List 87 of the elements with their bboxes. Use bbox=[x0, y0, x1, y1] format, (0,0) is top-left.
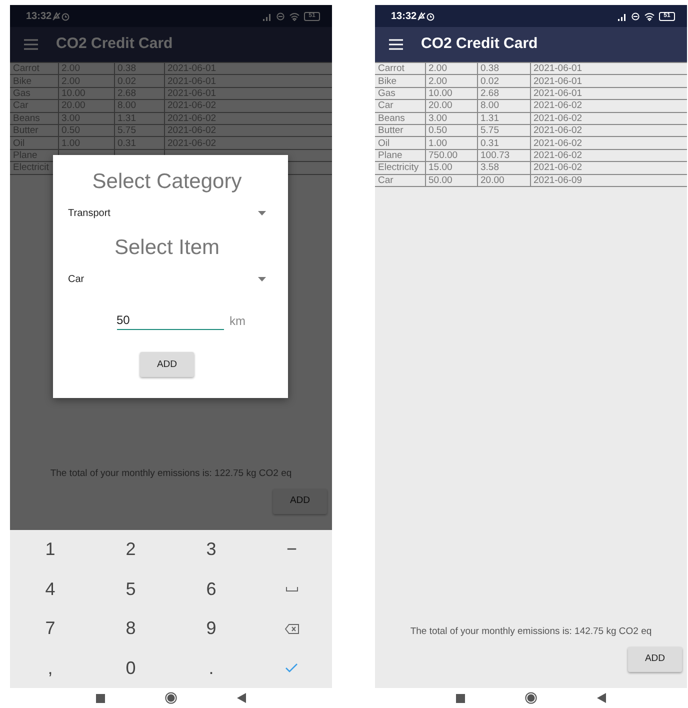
table-cell: Gas bbox=[378, 88, 396, 99]
recents-icon[interactable] bbox=[96, 694, 105, 702]
table-cell: 3.00 bbox=[428, 113, 447, 124]
table-cell: 1.31 bbox=[480, 113, 499, 124]
table-cell: 5.75 bbox=[480, 125, 499, 136]
table-cell: 10.00 bbox=[428, 88, 452, 99]
table-cell: Electricity bbox=[378, 162, 419, 173]
table-cell: 2021-06-02 bbox=[534, 138, 582, 148]
table-cell: 2021-06-02 bbox=[534, 150, 582, 161]
keyboard-key[interactable]: − bbox=[286, 536, 297, 564]
recents-icon[interactable] bbox=[456, 694, 465, 702]
home-icon[interactable] bbox=[165, 692, 177, 704]
status-time: 13:32 bbox=[391, 10, 417, 24]
keyboard-key[interactable]: 7 bbox=[45, 615, 56, 642]
home-icon[interactable] bbox=[525, 692, 537, 704]
table-cell: 20.00 bbox=[428, 100, 452, 112]
table-cell: 0.02 bbox=[480, 76, 499, 86]
table-cell: Car bbox=[378, 100, 394, 112]
dropdown[interactable]: Car bbox=[68, 272, 266, 288]
mute-icon bbox=[416, 12, 426, 20]
table-cell: Beans bbox=[378, 113, 405, 124]
table-cell: 2021-06-01 bbox=[534, 88, 582, 99]
dropdown[interactable]: Transport bbox=[68, 206, 266, 222]
alarm-icon bbox=[60, 12, 70, 20]
menu-icon[interactable] bbox=[389, 39, 403, 50]
checkmark-icon[interactable] bbox=[285, 663, 298, 674]
mute-icon bbox=[52, 12, 61, 20]
table-cell: 2.68 bbox=[480, 88, 499, 99]
table-cell: Oil bbox=[378, 138, 390, 148]
table-cell: 100.73 bbox=[480, 150, 510, 161]
table-cell: 3.58 bbox=[480, 162, 499, 173]
caret-icon bbox=[258, 211, 266, 216]
keyboard-key[interactable]: 4 bbox=[45, 576, 56, 603]
table-cell: 2021-06-01 bbox=[534, 64, 582, 74]
app-title: CO2 Credit Card bbox=[421, 34, 538, 54]
table-cell: 2021-06-01 bbox=[534, 76, 582, 86]
caret-icon bbox=[258, 277, 266, 282]
table-cell: 0.38 bbox=[480, 64, 499, 74]
table-cell: 2021-06-02 bbox=[534, 100, 582, 112]
back-icon[interactable] bbox=[597, 693, 606, 703]
status-time: 13:32 bbox=[26, 10, 52, 24]
back-icon[interactable] bbox=[237, 693, 246, 703]
alarm-icon bbox=[426, 12, 435, 20]
table-cell: Car bbox=[378, 175, 394, 186]
table-cell: Plane bbox=[378, 150, 402, 161]
keyboard-key[interactable]: 0 bbox=[126, 654, 136, 682]
table-cell: 2021-06-02 bbox=[534, 162, 582, 173]
keyboard-key[interactable]: , bbox=[48, 654, 53, 682]
table-cell: Carrot bbox=[378, 64, 404, 74]
keyboard-key[interactable]: 3 bbox=[206, 536, 216, 564]
table-cell: 2021-06-02 bbox=[534, 125, 582, 136]
keyboard-key[interactable]: 8 bbox=[126, 615, 136, 642]
keyboard-key[interactable]: 2 bbox=[126, 536, 136, 564]
table-cell: 0.31 bbox=[480, 138, 499, 148]
table-cell: 2.00 bbox=[428, 64, 447, 74]
amount-field[interactable]: 50 bbox=[116, 311, 224, 330]
wifi-icon bbox=[644, 12, 655, 20]
keyboard-key[interactable]: 5 bbox=[126, 576, 136, 603]
unit-label: km bbox=[230, 313, 246, 330]
table-cell: 50.00 bbox=[428, 175, 452, 186]
dialog-title: Select Category bbox=[92, 169, 242, 194]
backspace-icon[interactable] bbox=[284, 624, 299, 634]
table-cell: Bike bbox=[378, 76, 396, 86]
keyboard-key[interactable]: 6 bbox=[206, 576, 216, 603]
table-cell: 0.50 bbox=[428, 125, 447, 136]
keyboard-key[interactable]: 9 bbox=[206, 615, 216, 642]
table-cell: Butter bbox=[378, 125, 404, 136]
table-cell: 2.00 bbox=[428, 76, 447, 86]
table-cell: 750.00 bbox=[428, 150, 458, 161]
add-button[interactable]: ADD bbox=[140, 352, 194, 378]
table-cell: 8.00 bbox=[480, 100, 499, 112]
app-title: CO2 Credit Card bbox=[56, 34, 173, 54]
keyboard-key[interactable]: 1 bbox=[45, 536, 56, 564]
table-cell: 20.00 bbox=[480, 175, 504, 186]
table-cell: 2021-06-09 bbox=[534, 175, 582, 186]
dialog-title: Select Item bbox=[114, 235, 220, 260]
add-button[interactable]: ADD bbox=[628, 647, 682, 672]
wifi-icon bbox=[289, 12, 300, 20]
table-cell: 2021-06-02 bbox=[534, 113, 582, 124]
keyboard-key[interactable]: . bbox=[208, 654, 214, 682]
table-cell: 15.00 bbox=[428, 162, 452, 173]
total-emissions-text: The total of your monthly emissions is: 142.75 kg CO2 eq bbox=[409, 624, 653, 639]
total-emissions-text: The total of your monthly emissions is: 122.75 kg CO2 eq bbox=[49, 466, 293, 481]
table-cell: 1.00 bbox=[428, 138, 447, 148]
space-key-icon[interactable] bbox=[286, 586, 298, 592]
signal-icon bbox=[617, 12, 627, 20]
signal-icon bbox=[262, 12, 272, 20]
